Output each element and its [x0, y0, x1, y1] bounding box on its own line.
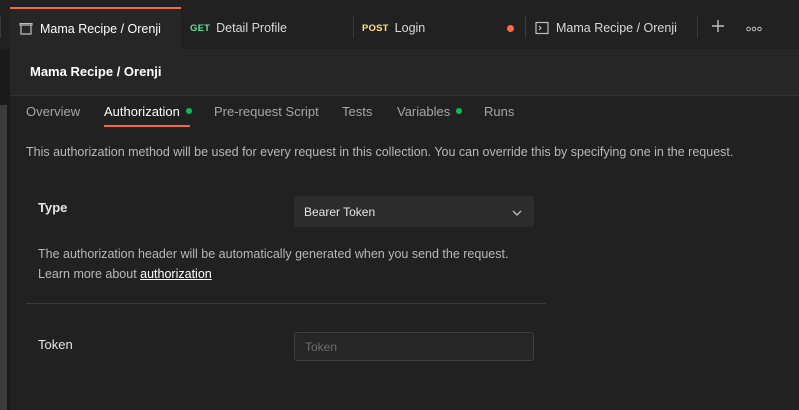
tab-label: Overview: [26, 104, 81, 119]
auth-info: The authorization header will be automat…: [38, 244, 508, 284]
unsaved-indicator: [507, 25, 514, 32]
request-tab-bar: Mama Recipe / Orenji GET Detail Profile …: [0, 0, 799, 49]
auth-type-select[interactable]: Bearer Token: [294, 196, 534, 227]
learn-more-text: Learn more about: [38, 267, 141, 281]
collection-icon: [18, 21, 34, 37]
tab-runs[interactable]: Runs: [484, 104, 514, 119]
tab-separator: [697, 16, 698, 38]
tab-environment-mama-recipe[interactable]: Mama Recipe / Orenji: [526, 7, 696, 49]
tab-label: Runs: [484, 104, 515, 119]
new-tab-button[interactable]: [705, 14, 731, 40]
tab-label: Pre-request Script: [214, 104, 319, 119]
more-horizontal-icon: [746, 20, 762, 35]
tab-label: Login: [394, 21, 426, 35]
tab-pre-request-script[interactable]: Pre-request Script: [214, 104, 319, 119]
tab-get-detail-profile[interactable]: GET Detail Profile: [182, 7, 352, 49]
left-edge-strip: [0, 0, 10, 410]
section-divider: [26, 303, 546, 304]
active-tab-underline: [104, 125, 190, 127]
scrollbar[interactable]: [0, 105, 7, 410]
tab-variables[interactable]: Variables: [397, 104, 463, 119]
tab-label: Detail Profile: [216, 21, 288, 35]
method-badge-get: GET: [190, 22, 211, 34]
method-badge-post: POST: [362, 22, 389, 34]
tab-label: Mama Recipe / Orenji: [40, 22, 161, 36]
tab-label: Tests: [342, 104, 373, 119]
auth-description: This authorization method will be used f…: [26, 145, 734, 159]
collection-subtabs: Overview Authorization Pre-request Scrip…: [10, 96, 799, 128]
collection-header: Mama Recipe / Orenji: [10, 49, 799, 96]
type-label: Type: [38, 200, 68, 215]
configured-indicator: [185, 108, 192, 114]
tab-label: Variables: [397, 104, 451, 119]
tab-post-login[interactable]: POST Login: [354, 7, 524, 49]
more-tabs-button[interactable]: [741, 14, 767, 40]
auth-info-line: The authorization header will be automat…: [38, 247, 509, 261]
auth-info-learn-more: Learn more about authorization: [38, 264, 508, 284]
environment-icon: [534, 20, 550, 36]
tab-label: Authorization: [104, 104, 180, 119]
chevron-down-icon: [512, 206, 522, 216]
tab-tests[interactable]: Tests: [342, 104, 372, 119]
tab-collection-mama-recipe[interactable]: Mama Recipe / Orenji: [10, 7, 181, 49]
token-input[interactable]: [294, 332, 534, 361]
tab-label: Mama Recipe / Orenji: [556, 21, 677, 35]
tab-overview[interactable]: Overview: [26, 104, 80, 119]
configured-indicator: [456, 108, 463, 114]
tab-authorization[interactable]: Authorization: [104, 104, 192, 119]
page-title: Mama Recipe / Orenji: [30, 64, 162, 79]
token-label: Token: [38, 337, 73, 352]
plus-icon: [711, 19, 725, 36]
tab-separator: [0, 16, 1, 38]
authorization-docs-link[interactable]: authorization: [140, 267, 212, 281]
auth-type-value: Bearer Token: [304, 204, 376, 219]
